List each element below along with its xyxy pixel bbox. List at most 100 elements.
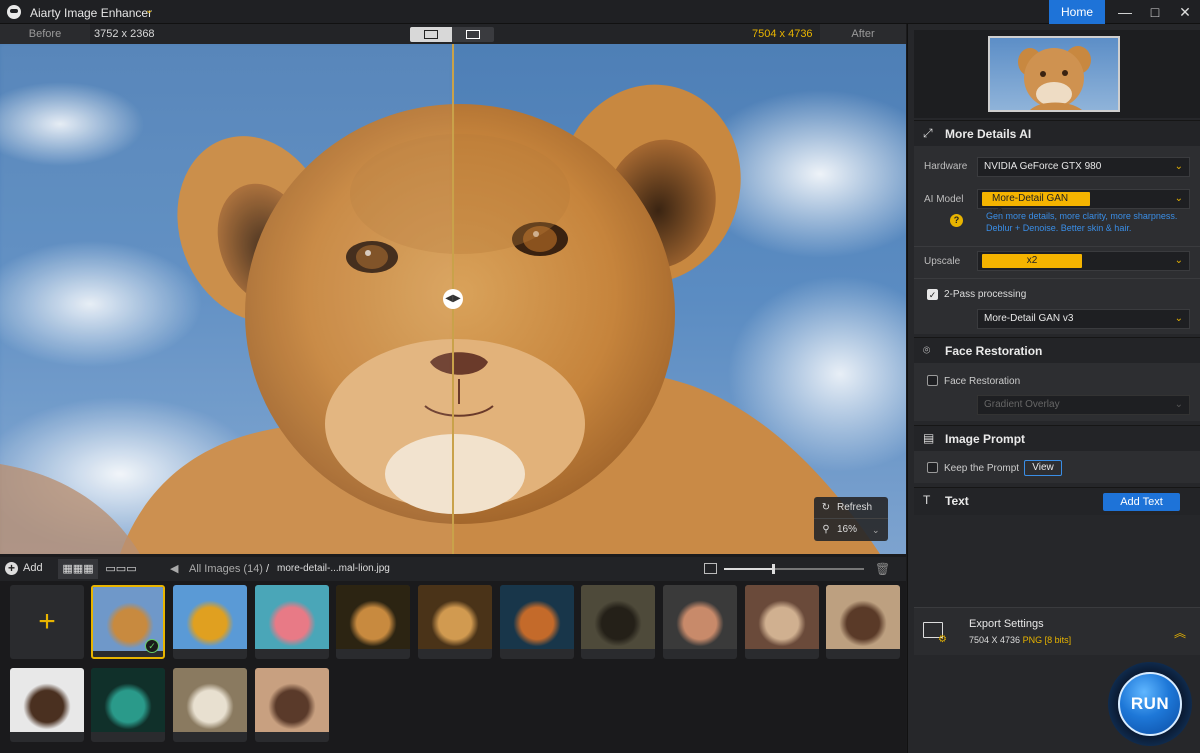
export-size: 7504 X 4736: [969, 635, 1021, 645]
run-button[interactable]: RUN: [1118, 672, 1182, 736]
thumbnail-image: [10, 668, 84, 732]
two-pass-checkbox[interactable]: ✓: [927, 289, 938, 300]
chevron-down-icon: ⌄: [1174, 193, 1183, 204]
ai-model-desc-line-1: Gen more details, more clarity, more sha…: [986, 211, 1178, 221]
thumbnail-group-selfie[interactable]: [255, 668, 329, 742]
canvas-controls: ↻ Refresh ⚲ 16% ⌄: [814, 497, 888, 541]
ai-model-label: AI Model: [924, 194, 964, 205]
compare-divider-handle[interactable]: ◀▶: [443, 289, 463, 309]
hardware-value: NVIDIA GeForce GTX 980: [984, 161, 1102, 172]
add-image-tile[interactable]: +: [10, 585, 84, 659]
upscale-select[interactable]: x2 ⌄: [977, 251, 1190, 271]
thumbnail-puppy-and-cat[interactable]: [336, 585, 410, 659]
breadcrumb-all-images[interactable]: All Images (14): [189, 563, 263, 575]
chevron-down-icon: ⌄: [872, 525, 880, 535]
image-prompt-body: Keep the Prompt View: [914, 451, 1200, 483]
thumbnail-image: [255, 668, 329, 732]
keep-prompt-checkbox[interactable]: [927, 462, 938, 473]
export-details: 7504 X 4736 PNG [8 bits]: [969, 635, 1071, 645]
minimize-icon[interactable]: —: [1110, 2, 1140, 22]
export-title: Export Settings: [969, 618, 1044, 630]
view-prompt-button[interactable]: View: [1024, 460, 1062, 476]
thumbnail-grid: + ✓: [0, 581, 906, 753]
face-model-value: Gradient Overlay: [984, 399, 1060, 410]
refresh-icon: ↻: [821, 502, 831, 513]
image-prompt-section-header[interactable]: ▤ Image Prompt: [914, 425, 1200, 451]
two-pass-label: 2-Pass processing: [944, 289, 1027, 300]
grid-view-button[interactable]: ▦▦▦: [58, 559, 98, 579]
thumbnail-image: [255, 585, 329, 649]
app-logo-icon: [7, 5, 21, 19]
navigator-preview[interactable]: [914, 30, 1200, 118]
face-restoration-checkbox[interactable]: [927, 375, 938, 386]
slider-handle[interactable]: [772, 564, 775, 574]
export-settings[interactable]: ⚙ Export Settings 7504 X 4736 PNG [8 bit…: [914, 607, 1200, 655]
app-title: Aiarty Image Enhancer: [30, 6, 153, 20]
before-label: Before: [0, 24, 90, 44]
hardware-select[interactable]: NVIDIA GeForce GTX 980 ⌄: [977, 157, 1190, 177]
thumbnail-image: [418, 585, 492, 649]
thumbnail-woman-with-dog[interactable]: [745, 585, 819, 659]
breadcrumb-current-file: more-detail-...mal-lion.jpg: [277, 563, 390, 574]
close-icon[interactable]: ✕: [1170, 2, 1200, 22]
settings-panel: ⤢ More Details AI Hardware NVIDIA GeForc…: [907, 24, 1200, 753]
chevron-down-icon: ⌄: [1174, 313, 1183, 324]
chevron-down-icon: ⌄: [1174, 399, 1183, 410]
thumbnail-image: [173, 585, 247, 649]
refresh-button[interactable]: ↻ Refresh: [814, 497, 888, 519]
face-restoration-label: Face Restoration: [944, 376, 1021, 387]
thumbnail-hot-air-balloon[interactable]: [173, 585, 247, 659]
image-prompt-title: Image Prompt: [945, 432, 1026, 446]
help-icon[interactable]: ?: [950, 214, 963, 227]
upscale-value: x2: [982, 254, 1082, 268]
breadcrumb-separator: /: [266, 563, 270, 575]
thumbnail-butterfly[interactable]: [581, 585, 655, 659]
thumbnail-flamingo[interactable]: [255, 585, 329, 659]
divider: [914, 246, 1200, 247]
after-size: 7504 x 4736: [752, 28, 813, 40]
thumbnail-vintage-dancer[interactable]: [173, 668, 247, 742]
app-menu-chevron-icon[interactable]: ⌄: [145, 5, 153, 16]
image-size-icon: [704, 563, 717, 574]
thumbnail-size-slider[interactable]: [724, 568, 864, 570]
chevron-down-icon: ⌄: [1174, 161, 1183, 172]
chevron-up-icon[interactable]: ︽: [1174, 624, 1186, 641]
image-canvas[interactable]: ◀▶ ↻ Refresh ⚲ 16% ⌄: [0, 44, 906, 554]
selected-check-icon: ✓: [145, 639, 159, 653]
side-by-side-button[interactable]: [452, 27, 494, 42]
back-arrow-icon[interactable]: ◀: [170, 562, 178, 575]
before-size: 3752 x 2368: [94, 28, 155, 40]
face-restoration-body: Face Restoration Gradient Overlay ⌄: [914, 363, 1200, 421]
split-view-button[interactable]: [410, 27, 452, 42]
zoom-select[interactable]: ⚲ 16% ⌄: [814, 519, 888, 541]
side-by-side-icon: [466, 30, 480, 39]
thumbnail-lion[interactable]: [418, 585, 492, 659]
enhance-icon: ⤢: [923, 126, 933, 140]
face-restoration-section-header[interactable]: ⌾ Face Restoration: [914, 337, 1200, 363]
two-pass-model-select[interactable]: More-Detail GAN v3 ⌄: [977, 309, 1190, 329]
maximize-icon[interactable]: □: [1140, 2, 1170, 22]
home-button[interactable]: Home: [1049, 0, 1105, 24]
trash-icon[interactable]: 🗑: [875, 562, 890, 576]
preview-thumbnail[interactable]: [988, 36, 1120, 112]
strip-view-button[interactable]: ▭▭▭: [104, 559, 138, 579]
chevron-down-icon: ⌄: [1174, 255, 1183, 266]
view-mode-toggle[interactable]: [410, 27, 494, 42]
thumbnail-man-portrait[interactable]: [663, 585, 737, 659]
thumbnail-peacock-feather[interactable]: [91, 668, 165, 742]
text-section-header[interactable]: T Text Add Text: [914, 487, 1200, 515]
zoom-value: 16%: [837, 524, 858, 535]
face-model-select: Gradient Overlay ⌄: [977, 395, 1190, 415]
thumbnail-smiling-woman[interactable]: [826, 585, 900, 659]
thumbnail-lion-cub[interactable]: ✓: [91, 585, 165, 659]
thumbnail-image: [745, 585, 819, 649]
add-text-button[interactable]: Add Text: [1103, 493, 1180, 511]
thumbnail-woman-portrait[interactable]: [10, 668, 84, 742]
more-details-section-header[interactable]: ⤢ More Details AI: [914, 120, 1200, 146]
thumbnail-toolbar: + Add ▦▦▦ ▭▭▭ ◀ All Images (14) / more-d…: [0, 557, 906, 581]
ai-model-select[interactable]: More-Detail GAN v3 ⌄: [977, 189, 1190, 218]
zoom-icon: ⚲: [822, 524, 830, 535]
thumbnail-fantasy-tree[interactable]: [500, 585, 574, 659]
two-pass-model-value: More-Detail GAN v3: [984, 313, 1074, 324]
thumbnail-image: [336, 585, 410, 649]
